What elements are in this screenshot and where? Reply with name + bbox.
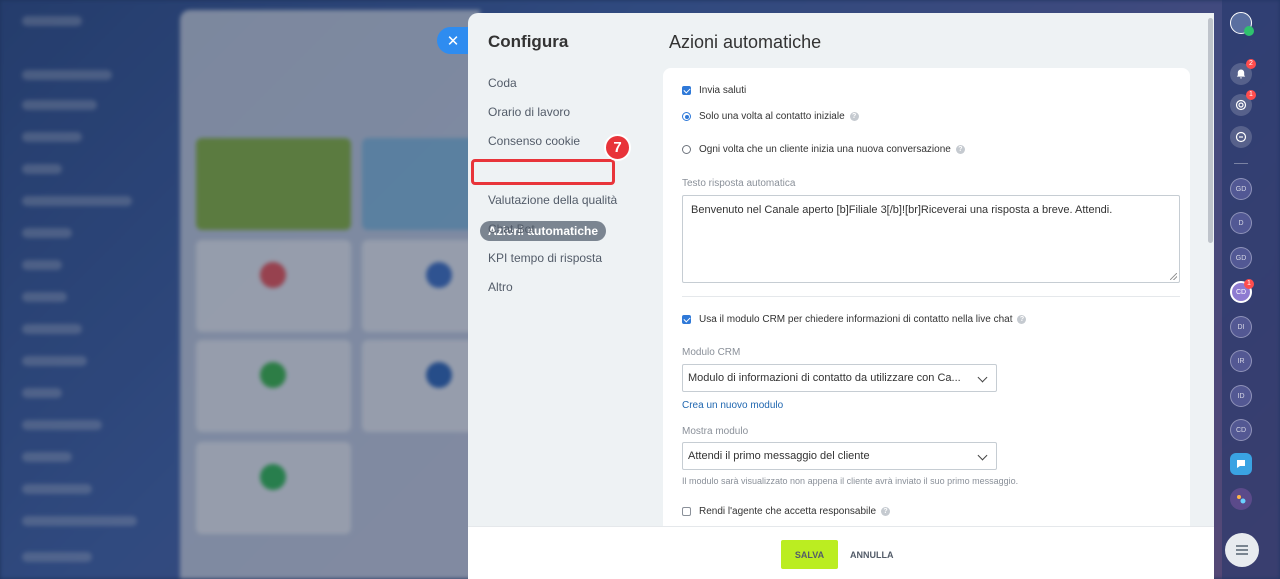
chat-avatar-8[interactable]: CD [1230,419,1252,441]
search-chat-icon[interactable] [1230,126,1252,148]
radio-every-label: Ogni volta che un cliente inizia una nuo… [699,144,951,155]
messenger-fab-icon[interactable] [1225,533,1259,567]
show-form-select[interactable]: Attendi il primo messaggio del cliente [682,442,997,470]
active-avatar-badge: 1 [1244,279,1254,289]
crm-form-value: Modulo di informazioni di contatto da ut… [688,372,961,384]
chat-avatar-7[interactable]: ID [1230,385,1252,407]
radio-once-label: Solo una volta al contatto iniziale [699,111,845,122]
checkbox-box [682,507,691,516]
menu-item-orario[interactable]: Orario di lavoro [488,105,570,119]
menu-item-consenso[interactable]: Consenso cookie [488,134,580,148]
menu-item-altro[interactable]: Altro [488,280,513,294]
radio-every-time[interactable]: Ogni volta che un cliente inizia una nuo… [682,144,965,155]
settings-card: Invia saluti Solo una volta al contatto … [663,68,1190,538]
active-avatar-initials: CD [1235,288,1247,296]
notification-badge: 2 [1246,59,1256,69]
step-marker: 7 [604,134,631,161]
group-chat-icon[interactable] [1230,488,1252,510]
menu-item-kpi[interactable]: KPI tempo di risposta [488,251,602,265]
menu-item-valutazione[interactable]: Valutazione della qualità [488,193,617,207]
reply-text-value: Benvenuto nel Canale aperto [b]Filiale 3… [691,204,1113,216]
crm-form-label: Modulo CRM [682,347,741,358]
bell-icon[interactable]: 2 [1230,59,1256,85]
checkbox-box [682,86,691,95]
save-button[interactable]: SALVA [781,540,838,569]
menu-item-chat-bot[interactable]: Chat Bot [488,222,535,236]
resize-handle-icon[interactable] [1170,273,1177,280]
chat-avatar-5[interactable]: DI [1230,316,1252,338]
send-greeting-checkbox[interactable]: Invia saluti [682,85,746,96]
chat-icon[interactable] [1230,453,1252,475]
reply-text-label: Testo risposta automatica [682,178,796,189]
chevron-down-icon [977,450,988,461]
show-form-value: Attendi il primo messaggio del cliente [688,450,870,462]
slider-scrollbar[interactable] [1208,18,1213,243]
section-divider [682,296,1180,297]
chat-avatar-3[interactable]: GD [1230,247,1252,269]
show-form-hint: Il modulo sarà visualizzato non appena i… [682,476,1019,486]
chevron-down-icon [977,372,988,383]
send-greeting-label: Invia saluti [699,85,747,96]
slider-footer: SALVA ANNULLA [468,526,1214,579]
help-icon[interactable]: ? [955,145,965,154]
use-crm-checkbox[interactable]: Usa il modulo CRM per chiedere informazi… [682,314,1027,325]
radio-dot [682,145,691,154]
create-form-link[interactable]: Crea un nuovo modulo [682,400,783,411]
menu-item-coda[interactable]: Coda [488,76,517,90]
reply-text-area[interactable]: Benvenuto nel Canale aperto [b]Filiale 3… [682,195,1180,283]
cancel-button[interactable]: ANNULLA [850,540,894,569]
checkbox-box [682,315,691,324]
online-status-icon [1244,26,1254,36]
page-title: Azioni automatiche [669,32,822,52]
chat-avatar-6[interactable]: IR [1230,350,1252,372]
make-responsible-label: Rendi l'agente che accetta responsabile [699,506,877,517]
chat-avatar-2[interactable]: D [1230,212,1252,234]
help-icon[interactable]: ? [881,507,891,516]
radio-once[interactable]: Solo una volta al contatto iniziale ? [682,111,859,122]
crm-form-select[interactable]: Modulo di informazioni di contatto da ut… [682,364,997,392]
show-form-label: Mostra modulo [682,426,749,437]
user-avatar[interactable] [1230,12,1254,36]
help-icon[interactable]: ? [1017,315,1027,324]
goals-icon[interactable]: 1 [1230,90,1256,116]
rail-divider [1234,163,1248,164]
goals-badge: 1 [1246,90,1256,100]
radio-dot [682,112,691,121]
config-title: Configura [488,32,569,51]
chat-avatar-active[interactable]: CD 1 [1230,279,1254,303]
make-responsible-checkbox[interactable]: Rendi l'agente che accetta responsabile … [682,506,891,517]
chat-avatar-1[interactable]: GD [1230,178,1252,200]
config-slider: Configura Coda Orario di lavoro Consenso… [468,13,1214,579]
help-icon[interactable]: ? [849,112,859,121]
use-crm-label: Usa il modulo CRM per chiedere informazi… [699,314,1013,325]
highlight-frame [471,159,615,185]
